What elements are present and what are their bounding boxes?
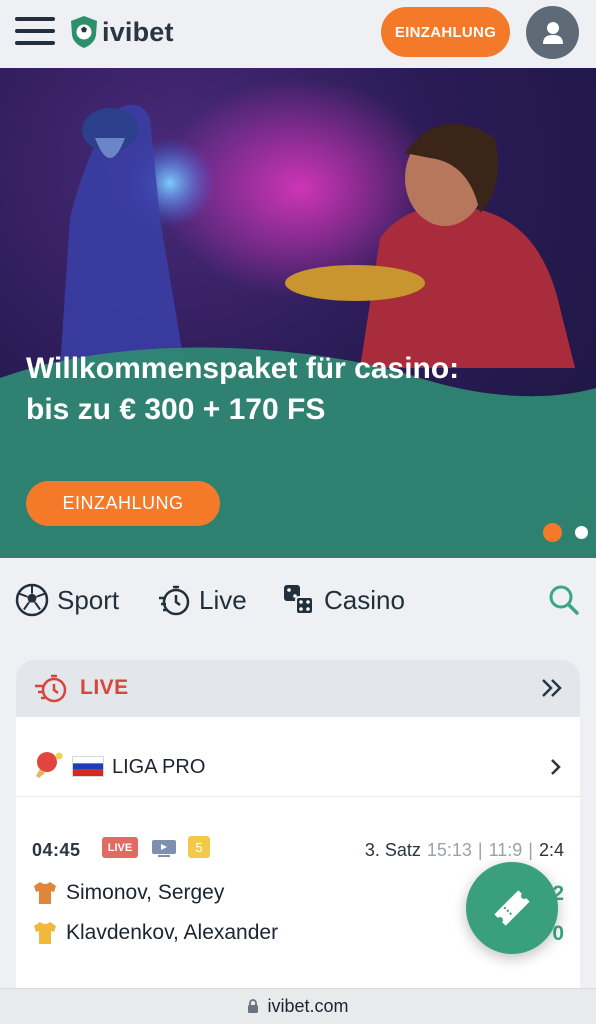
search-icon[interactable] [548,584,580,616]
url-text: ivibet.com [267,996,349,1016]
nav-live[interactable]: Live [157,582,247,618]
live-badge: LIVE [102,837,138,858]
nav-sport[interactable]: Sport [15,582,119,618]
set-score: 15:13 [426,840,472,860]
nav-sport-label: Sport [57,584,120,615]
markets-count-badge: 5 [188,836,210,858]
player-name: Simonov, Sergey [66,881,225,904]
deposit-button[interactable]: EINZAHLUNG [381,7,510,57]
set-scores: 3. Satz 15:13 | 11:9 | 2:4 [365,840,564,861]
header: ivibet EINZAHLUNG [0,0,596,68]
table-tennis-icon [36,752,63,778]
user-icon [542,21,563,44]
stopwatch-icon [159,585,190,616]
ticket-icon [494,890,530,926]
player-name: Klavdenkov, Alexander [66,921,279,944]
user-avatar[interactable] [526,6,579,59]
main-nav: Sport Live Casino [0,558,596,644]
match-time: 04:45 [32,840,81,860]
dice-icon [284,585,314,615]
banner-deposit-button[interactable]: EINZAHLUNG [26,481,220,526]
soccer-ball-icon [15,583,49,617]
chevron-right-icon [551,759,561,775]
banner-title: Willkommenspaket für casino: bis zu € 30… [26,352,460,426]
nav-casino-label: Casino [324,584,405,615]
jersey-icon [34,882,56,904]
tv-icon[interactable] [151,839,177,858]
player-row: Klavdenkov, Alexander [32,919,278,947]
current-set-score: 2:4 [538,840,564,860]
double-chevron-right-icon[interactable] [540,677,564,699]
divider: | [477,840,483,860]
nav-live-label: Live [199,584,247,615]
browser-url-bar[interactable]: ivibet.com [0,988,596,1024]
set-score: 11:9 [488,840,523,860]
jersey-icon [34,922,56,944]
logo[interactable]: ivibet [69,14,174,50]
live-header[interactable]: LIVE [16,660,580,717]
stopwatch-icon [35,674,67,703]
divider: | [528,840,533,860]
live-title: LIVE [80,676,129,699]
russia-flag-icon [72,756,104,777]
player-row: Simonov, Sergey [32,879,224,907]
shield-logo-icon [71,16,97,48]
betslip-button[interactable] [466,862,558,954]
promo-banner[interactable]: Willkommenspaket für casino: bis zu € 30… [0,68,596,558]
nav-casino[interactable]: Casino [282,582,405,618]
lock-icon [248,999,259,1013]
period-label: 3. Satz [364,840,421,860]
carousel-dot[interactable] [575,526,588,539]
league-name: LIGA PRO [112,756,206,778]
carousel-dot-active[interactable] [543,523,562,542]
menu-icon[interactable] [15,15,55,47]
logo-text: ivibet [102,16,174,47]
league-row[interactable]: LIGA PRO [16,717,580,797]
